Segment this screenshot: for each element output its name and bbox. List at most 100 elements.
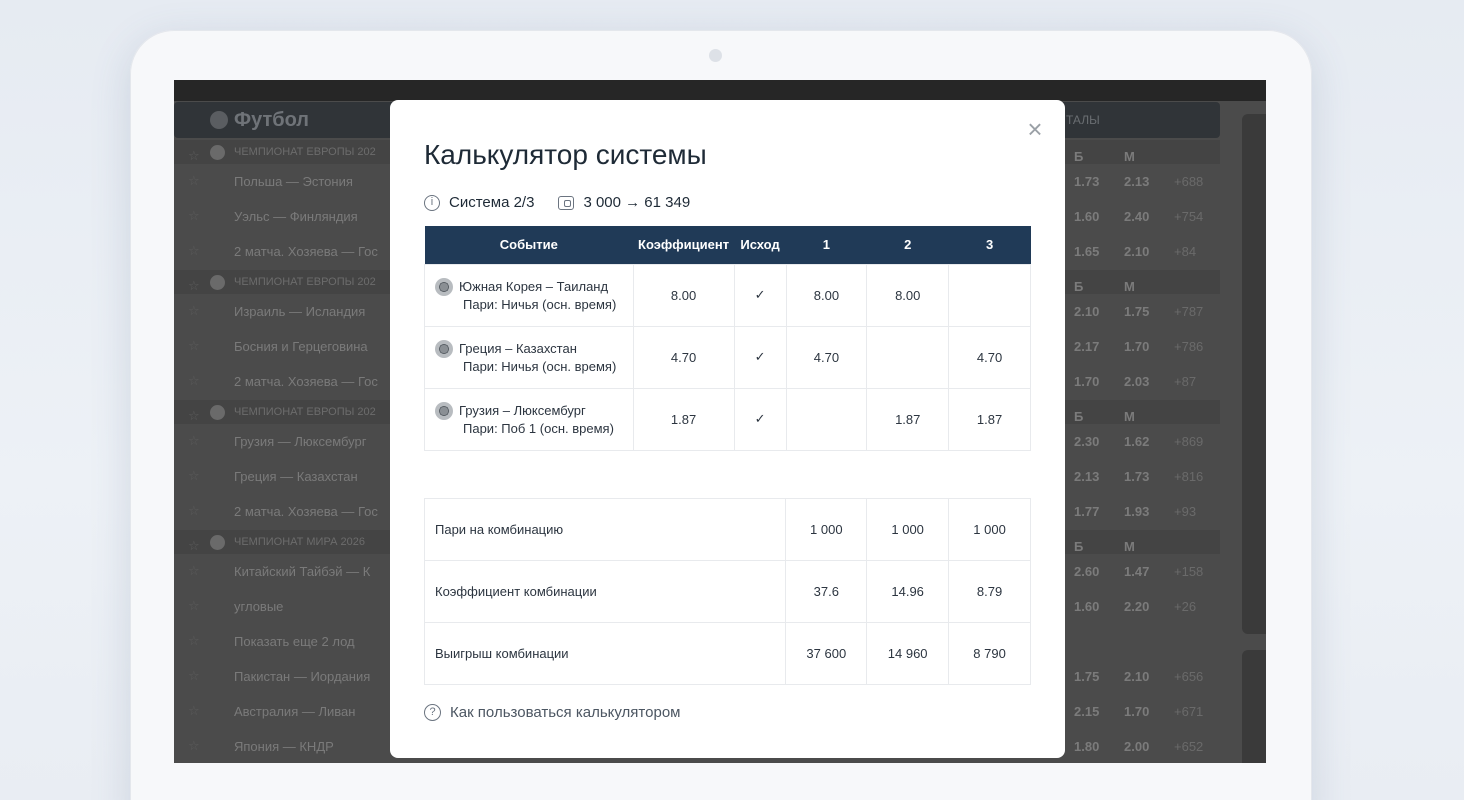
odds-o3[interactable]: +656 xyxy=(1174,669,1203,684)
odds-o3[interactable]: +26 xyxy=(1174,599,1196,614)
odds-o2[interactable]: 2.10 xyxy=(1124,669,1149,684)
outcome-check-icon: ✓ xyxy=(733,263,787,327)
wallet-icon xyxy=(558,195,575,210)
odds-o1[interactable]: Б xyxy=(1074,149,1083,164)
star-icon[interactable]: ☆ xyxy=(188,208,200,224)
sport-title: Футбол xyxy=(234,109,310,131)
star-icon[interactable]: ☆ xyxy=(188,633,200,649)
odds-o3[interactable]: +688 xyxy=(1174,174,1203,189)
league-icon xyxy=(210,405,225,420)
star-icon[interactable]: ☆ xyxy=(188,538,200,554)
odds-o2[interactable]: М xyxy=(1124,279,1135,294)
odds-o1[interactable]: 1.73 xyxy=(1074,174,1099,189)
odds-o1[interactable]: 1.65 xyxy=(1074,244,1099,259)
star-icon[interactable]: ☆ xyxy=(188,598,200,614)
star-icon[interactable]: ☆ xyxy=(188,173,200,189)
odds-o3[interactable]: +158 xyxy=(1174,564,1203,579)
combo-label: Пари на комбинацию xyxy=(423,498,787,561)
odds-o2[interactable]: М xyxy=(1124,409,1135,424)
odds-o2[interactable]: 2.40 xyxy=(1124,209,1149,224)
odds-o2[interactable]: М xyxy=(1124,149,1135,164)
row-name: Греция — Казахстан xyxy=(234,469,358,484)
odds-o3[interactable]: +84 xyxy=(1174,244,1196,259)
close-icon[interactable]: × xyxy=(1023,116,1047,142)
modal-title: Калькулятор системы xyxy=(424,139,707,170)
star-icon[interactable]: ☆ xyxy=(188,148,200,164)
odds-o1[interactable]: 2.17 xyxy=(1074,339,1099,354)
odds-o2[interactable]: 2.03 xyxy=(1124,374,1149,389)
odds-o3[interactable]: +671 xyxy=(1174,704,1203,719)
odds-o3[interactable]: +754 xyxy=(1174,209,1203,224)
table-row: Греция – Казахстан Пари: Ничья (осн. вре… xyxy=(424,325,1031,389)
league-icon xyxy=(210,145,225,160)
combo-2-cell: 8.00 xyxy=(866,263,950,327)
odds-o2[interactable]: 2.10 xyxy=(1124,244,1149,259)
soccer-ball-icon xyxy=(435,277,453,296)
system-label: Система 2/3 xyxy=(449,194,535,211)
event-cell: Греция – Казахстан Пари: Ничья (осн. вре… xyxy=(424,325,634,389)
help-link[interactable]: ? Как пользоваться калькулятором xyxy=(424,704,680,721)
odds-o3[interactable]: +787 xyxy=(1174,304,1203,319)
odds-o2[interactable]: 1.62 xyxy=(1124,434,1149,449)
bets-table: Событие Коэффициент Исход 1 2 3 Южная Ко… xyxy=(424,226,1031,451)
star-icon[interactable]: ☆ xyxy=(188,243,200,259)
odds-o2[interactable]: 1.70 xyxy=(1124,339,1149,354)
odds-o2[interactable]: 1.75 xyxy=(1124,304,1149,319)
odds-o1[interactable]: 2.60 xyxy=(1074,564,1099,579)
star-icon[interactable]: ☆ xyxy=(188,738,200,754)
camera xyxy=(709,49,722,62)
star-icon[interactable]: ☆ xyxy=(188,278,200,294)
odds-o1[interactable]: 2.30 xyxy=(1074,434,1099,449)
odds-o2[interactable]: М xyxy=(1124,539,1135,554)
odds-o3[interactable]: +786 xyxy=(1174,339,1203,354)
star-icon[interactable]: ☆ xyxy=(188,338,200,354)
odds-o2[interactable]: 1.70 xyxy=(1124,704,1149,719)
star-icon[interactable]: ☆ xyxy=(188,303,200,319)
odds-o1[interactable]: 1.80 xyxy=(1074,739,1099,754)
stake-flow: 3 000 → 61 349 xyxy=(583,194,691,211)
odds-o3[interactable]: +652 xyxy=(1174,739,1203,754)
odds-o2[interactable]: 2.20 xyxy=(1124,599,1149,614)
star-icon[interactable]: ☆ xyxy=(188,408,200,424)
odds-o1[interactable]: 1.60 xyxy=(1074,209,1099,224)
odds-o3[interactable]: +87 xyxy=(1174,374,1196,389)
right-sidebar-lower xyxy=(1242,650,1266,763)
star-icon[interactable]: ☆ xyxy=(188,703,200,719)
odds-o1[interactable]: 1.75 xyxy=(1074,669,1099,684)
laptop-frame: Футбол ТАЛЫ ☆ ЧЕМПИОНАТ ЕВРОПЫ 202 Б М ☆ Поль… xyxy=(130,30,1312,800)
row-name: Австралия — Ливан xyxy=(234,704,356,719)
odds-o1[interactable]: Б xyxy=(1074,279,1083,294)
star-icon[interactable]: ☆ xyxy=(188,373,200,389)
combo-1-cell: 8.00 xyxy=(785,263,868,327)
odds-o1[interactable]: Б xyxy=(1074,409,1083,424)
odds-o3[interactable]: +816 xyxy=(1174,469,1203,484)
row-name: Показать еще 2 лод xyxy=(234,634,355,649)
help-link-label[interactable]: Как пользоваться калькулятором xyxy=(450,704,680,721)
odds-o1[interactable]: 1.70 xyxy=(1074,374,1099,389)
odds-o2[interactable]: 2.13 xyxy=(1124,174,1149,189)
combo-1-cell: 4.70 xyxy=(785,325,868,389)
star-icon[interactable]: ☆ xyxy=(188,668,200,684)
odds-o1[interactable]: 2.10 xyxy=(1074,304,1099,319)
star-icon[interactable]: ☆ xyxy=(188,468,200,484)
league-icon xyxy=(210,535,225,550)
odds-o2[interactable]: 1.73 xyxy=(1124,469,1149,484)
odds-o1[interactable]: 1.77 xyxy=(1074,504,1099,519)
star-icon[interactable]: ☆ xyxy=(188,503,200,519)
odds-o1[interactable]: 1.60 xyxy=(1074,599,1099,614)
odds-o1[interactable]: 2.13 xyxy=(1074,469,1099,484)
info-icon: i xyxy=(424,194,440,211)
odds-o3[interactable]: +93 xyxy=(1174,504,1196,519)
odds-o1[interactable]: 2.15 xyxy=(1074,704,1099,719)
odds-o3[interactable]: +869 xyxy=(1174,434,1203,449)
star-icon[interactable]: ☆ xyxy=(188,563,200,579)
odds-o1[interactable]: Б xyxy=(1074,539,1083,554)
odds-o2[interactable]: 2.00 xyxy=(1124,739,1149,754)
odds-o2[interactable]: 1.93 xyxy=(1124,504,1149,519)
star-icon[interactable]: ☆ xyxy=(188,433,200,449)
odds-o2[interactable]: 1.47 xyxy=(1124,564,1149,579)
system-summary: i Система 2/3 3 000 → 61 349 xyxy=(424,194,690,211)
coef-cell: 1.87 xyxy=(632,387,735,451)
combo-3-cell: 1.87 xyxy=(948,387,1031,451)
event-match: Южная Корея – Таиланд xyxy=(459,278,609,294)
